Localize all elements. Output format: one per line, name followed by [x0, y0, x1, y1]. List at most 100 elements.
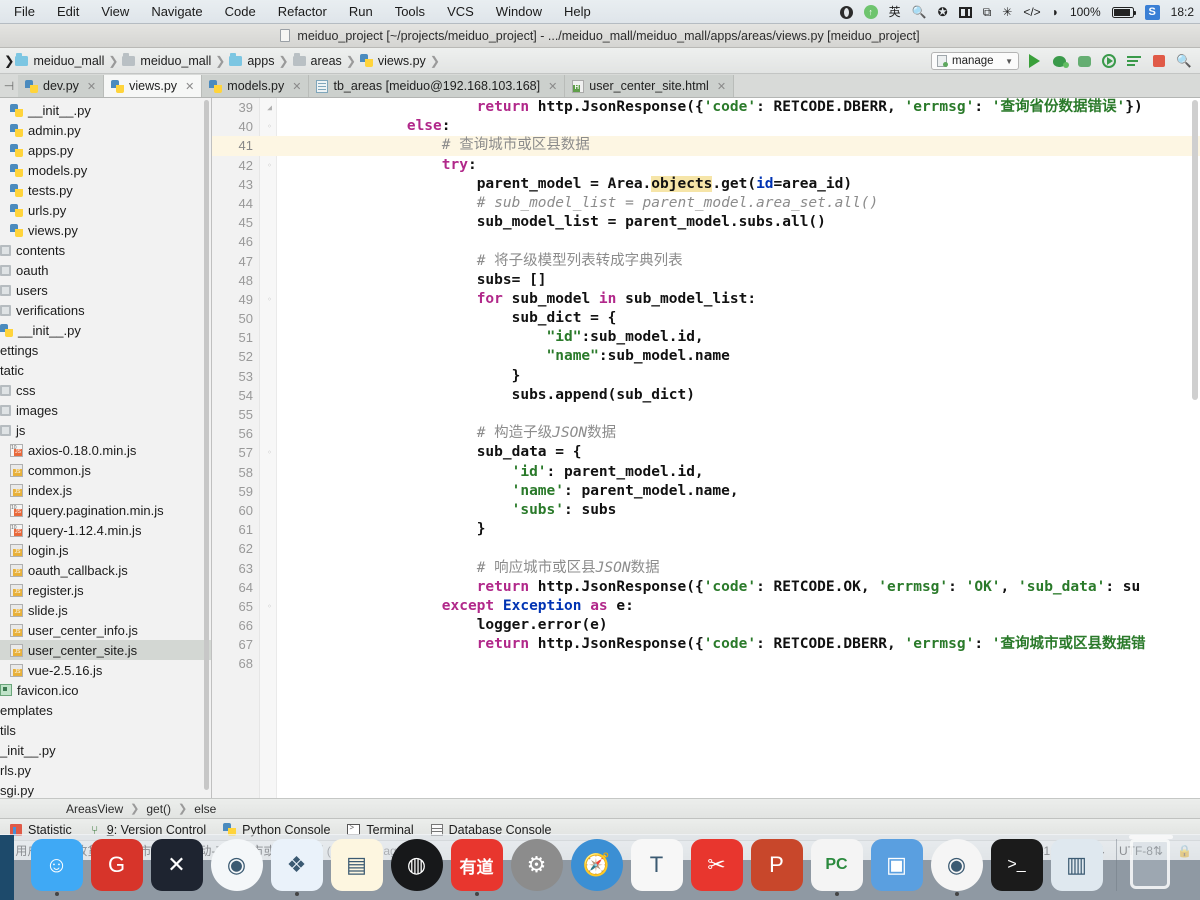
code-text-area[interactable]: 39 return http.JsonResponse({'code': RET… [212, 98, 1200, 798]
editor-tab-tb-areas--meiduo-192-168-103-168-[interactable]: tb_areas [meiduo@192.168.103.168] ✕ [309, 75, 566, 97]
fold-marker-icon[interactable]: ◦ [265, 448, 274, 457]
code-line-52[interactable]: 52 "name":sub_model.name [212, 347, 1200, 366]
code-line-58[interactable]: 58 'id': parent_model.id, [212, 463, 1200, 482]
code-line-55[interactable]: 55 [212, 405, 1200, 424]
tree-item-admin-py[interactable]: admin.py [0, 120, 211, 140]
macos-menu-run[interactable]: Run [349, 4, 373, 19]
tree-item-emplates[interactable]: emplates [0, 700, 211, 720]
clock-label[interactable]: 18:2 [1171, 5, 1194, 19]
breadcrumb-item-areas[interactable]: areas [292, 53, 343, 68]
wifi-icon[interactable]: ◗ [1052, 6, 1059, 18]
dock-app-chrome[interactable]: ◉ [930, 839, 983, 891]
console-icon[interactable] [1124, 51, 1144, 71]
project-tree[interactable]: __init__.py admin.py apps.py models.py tests… [0, 98, 211, 798]
tree-item-oauth-callback-js[interactable]: oauth_callback.js [0, 560, 211, 580]
dock-app-screenshot-tool[interactable]: ▣ [870, 839, 923, 891]
tree-item-js[interactable]: js [0, 420, 211, 440]
tree-item-jquery-1-12-4-min-js[interactable]: jquery-1.12.4.min.js [0, 520, 211, 540]
tree-item-images[interactable]: images [0, 400, 211, 420]
screenshare-icon[interactable]: ⧉ [983, 6, 992, 18]
x-circle-icon[interactable]: ✪ [938, 6, 948, 18]
bluetooth-icon[interactable]: ✳ [1002, 6, 1012, 18]
fold-marker-icon[interactable]: ◦ [265, 602, 274, 611]
editor-tab-dev-py[interactable]: dev.py ✕ [18, 75, 105, 97]
macos-menu-help[interactable]: Help [564, 4, 591, 19]
spotlight-icon[interactable]: 🔍 [912, 6, 927, 18]
close-icon[interactable]: ✕ [185, 80, 194, 93]
code-line-48[interactable]: 48 subs= [] [212, 271, 1200, 290]
code-line-51[interactable]: 51 "id":sub_model.id, [212, 328, 1200, 347]
breadcrumb-item-views-py[interactable]: views.py [359, 54, 427, 68]
code-line-43[interactable]: 43 parent_model = Area.objects.get(id=ar… [212, 175, 1200, 194]
tree-item-contents[interactable]: contents [0, 240, 211, 260]
tree-item--init---py[interactable]: _init__.py [0, 740, 211, 760]
fold-collapse-icon[interactable]: ◢ [265, 103, 274, 112]
tree-item-users[interactable]: users [0, 280, 211, 300]
editor-vertical-scrollbar[interactable] [1190, 98, 1200, 798]
code-line-47[interactable]: 47 # 将子级模型列表转成字典列表 [212, 252, 1200, 271]
macos-menu-code[interactable]: Code [225, 4, 256, 19]
fold-marker-icon[interactable]: ◦ [265, 161, 274, 170]
search-everywhere-icon[interactable]: 🔍 [1174, 51, 1194, 71]
dock-app-preview[interactable]: ▥ [1050, 839, 1103, 891]
tree-item---init---py[interactable]: __init__.py [0, 320, 211, 340]
sidebar-scrollbar[interactable] [203, 98, 210, 798]
tree-item-rls-py[interactable]: rls.py [0, 760, 211, 780]
code-line-56[interactable]: 56 # 构造子级JSON数据 [212, 424, 1200, 443]
structure-crumb-get--[interactable]: get() [146, 802, 171, 816]
debug-icon[interactable] [1049, 51, 1069, 71]
code-line-61[interactable]: 61 } [212, 520, 1200, 539]
dock-trash-icon[interactable] [1128, 835, 1173, 889]
code-line-39[interactable]: 39 return http.JsonResponse({'code': RET… [212, 98, 1200, 117]
dock-app-youdao[interactable]: 有道 [450, 839, 503, 891]
close-icon[interactable]: ✕ [87, 80, 96, 93]
dock-app-vscode[interactable]: ✕ [150, 839, 203, 891]
tree-item-views-py[interactable]: views.py [0, 220, 211, 240]
tree-item-tatic[interactable]: tatic [0, 360, 211, 380]
tree-item-index-js[interactable]: index.js [0, 480, 211, 500]
columns-icon[interactable] [958, 6, 972, 18]
structure-crumb-else[interactable]: else [194, 802, 216, 816]
coverage-icon[interactable] [1074, 51, 1094, 71]
sogou-ime-icon[interactable]: S [1144, 4, 1160, 20]
code-line-49[interactable]: 49 for sub_model in sub_model_list: ◦ [212, 290, 1200, 309]
tree-item-verifications[interactable]: verifications [0, 300, 211, 320]
close-icon[interactable]: ✕ [717, 80, 726, 93]
dock-app-dash[interactable]: ◉ [210, 839, 263, 891]
code-line-44[interactable]: 44 # sub_model_list = parent_model.area_… [212, 194, 1200, 213]
macos-menu-vcs[interactable]: VCS [447, 4, 474, 19]
tab-list-pin-icon[interactable]: ⊣ [0, 79, 18, 93]
dock-app-finder[interactable]: ☺ [30, 839, 83, 891]
globe-icon[interactable] [839, 5, 853, 19]
tree-item-slide-js[interactable]: slide.js [0, 600, 211, 620]
dock-app-iterm[interactable]: >_ [990, 839, 1043, 891]
breadcrumb[interactable]: meiduo_mall ❯ meiduo_mall ❯ apps ❯ areas ❯ views… [14, 53, 442, 68]
code-line-65[interactable]: 65 except Exception as e: ◦ [212, 597, 1200, 616]
code-line-46[interactable]: 46 [212, 232, 1200, 251]
dock-app-file-manager[interactable]: ❖ [270, 839, 323, 891]
breadcrumb-item-apps[interactable]: apps [228, 53, 275, 68]
dock-app-xmind[interactable]: ✂ [690, 839, 743, 891]
dock-app-gitee[interactable]: G [90, 839, 143, 891]
tree-item-user-center-site-js[interactable]: user_center_site.js [0, 640, 211, 660]
tree-item-jquery-pagination-min-js[interactable]: jquery.pagination.min.js [0, 500, 211, 520]
dock-app-notes[interactable]: ▤ [330, 839, 383, 891]
editor-structure-breadcrumb[interactable]: AreasView ❯ get() ❯ else [0, 798, 1200, 818]
macos-menu-window[interactable]: Window [496, 4, 542, 19]
code-line-68[interactable]: 68 [212, 654, 1200, 673]
run-configuration-selector[interactable]: manage ▼ [931, 52, 1019, 70]
tree-item-favicon-ico[interactable]: favicon.ico [0, 680, 211, 700]
code-editor[interactable]: 39 return http.JsonResponse({'code': RET… [212, 98, 1200, 798]
code-line-54[interactable]: 54 subs.append(sub_dict) [212, 386, 1200, 405]
tree-item---init---py[interactable]: __init__.py [0, 100, 211, 120]
tree-item-login-js[interactable]: login.js [0, 540, 211, 560]
code-line-53[interactable]: 53 } [212, 367, 1200, 386]
macos-menu-view[interactable]: View [101, 4, 129, 19]
dock-app-system-preferences[interactable]: ⚙ [510, 839, 563, 891]
tree-item-ettings[interactable]: ettings [0, 340, 211, 360]
profile-icon[interactable] [1099, 51, 1119, 71]
structure-crumb-areasview[interactable]: AreasView [66, 802, 123, 816]
tree-item-user-center-info-js[interactable]: user_center_info.js [0, 620, 211, 640]
code-line-62[interactable]: 62 [212, 539, 1200, 558]
editor-tab-user-center-site-html[interactable]: user_center_site.html ✕ [565, 75, 735, 97]
